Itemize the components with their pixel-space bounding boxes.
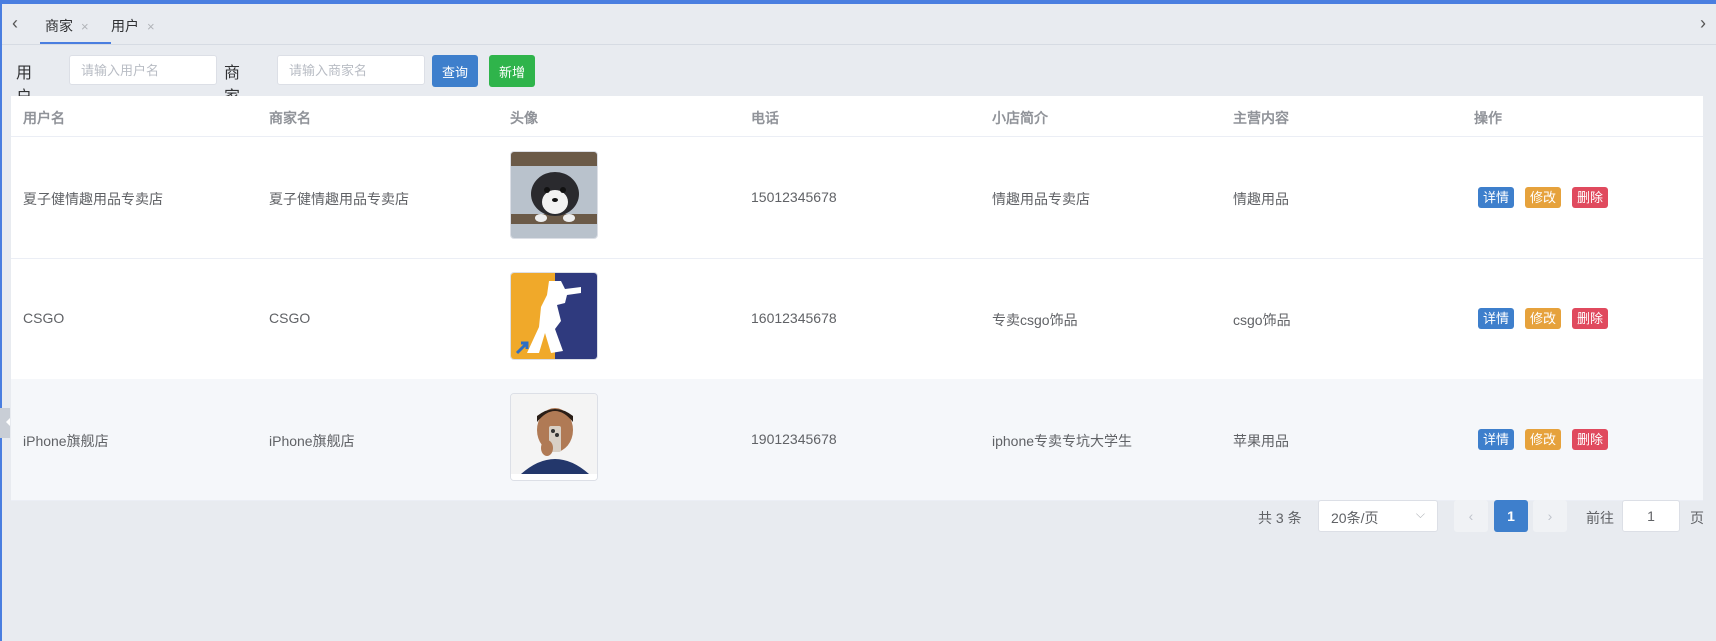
tab-scroll-left-icon[interactable]: ‹: [12, 13, 18, 33]
goto-label: 前往: [1586, 510, 1614, 526]
delete-button[interactable]: 删除: [1572, 308, 1609, 329]
tab-merchant[interactable]: 商家 ×: [45, 16, 89, 36]
edit-button[interactable]: 修改: [1525, 308, 1562, 329]
chevron-down-icon: ⌵: [1415, 507, 1425, 521]
detail-button[interactable]: 详情: [1478, 308, 1515, 329]
page-number-button[interactable]: 1: [1494, 500, 1528, 532]
avatar[interactable]: [510, 393, 598, 481]
cell-main: 苹果用品: [1233, 433, 1289, 449]
edit-button[interactable]: 修改: [1525, 187, 1562, 208]
sidebar-toggle-handle[interactable]: [0, 408, 10, 438]
delete-button[interactable]: 删除: [1572, 429, 1609, 450]
cell-intro: 专卖csgo饰品: [992, 312, 1078, 328]
dog-photo-icon: [511, 152, 597, 238]
cell-intro: 情趣用品专卖店: [992, 191, 1090, 207]
cell-phone: 15012345678: [751, 189, 837, 205]
table-header: 用户名 商家名 头像 电话 小店简介 主营内容 操作: [11, 96, 1703, 137]
tab-bar: ‹ 商家 × 用户 × ›: [2, 4, 1716, 45]
cell-username: 夏子健情趣用品专卖店: [23, 191, 163, 207]
query-button[interactable]: 查询: [432, 55, 478, 87]
cell-main: 情趣用品: [1233, 191, 1289, 207]
edit-button[interactable]: 修改: [1525, 429, 1562, 450]
goto-page-input[interactable]: [1622, 500, 1680, 532]
pagination: 共 3 条 20条/页 ⌵ ‹ 1 › 前往 页: [0, 500, 1716, 532]
username-input[interactable]: [69, 55, 217, 85]
header-main: 主营内容: [1233, 110, 1289, 126]
page-size-select[interactable]: 20条/页 ⌵: [1318, 500, 1438, 532]
avatar[interactable]: [510, 272, 598, 360]
cell-phone: 19012345678: [751, 431, 837, 447]
tab-user[interactable]: 用户 ×: [111, 16, 155, 36]
tab-merchant-label: 商家: [45, 18, 73, 34]
shopname-input[interactable]: [277, 55, 425, 85]
page-size-value: 20条/页: [1331, 510, 1379, 526]
delete-button[interactable]: 删除: [1572, 187, 1609, 208]
add-button[interactable]: 新增: [489, 55, 535, 87]
cell-phone: 16012345678: [751, 310, 837, 326]
cell-username: iPhone旗舰店: [23, 433, 109, 449]
header-phone: 电话: [751, 110, 779, 126]
goto-suffix: 页: [1690, 510, 1704, 526]
table-row: 夏子健情趣用品专卖店 夏子健情趣用品专卖店 15012345678 情趣用品专卖…: [11, 137, 1703, 259]
detail-button[interactable]: 详情: [1478, 429, 1515, 450]
cell-main: csgo饰品: [1233, 312, 1291, 328]
header-avatar: 头像: [510, 110, 538, 126]
man-with-phone-photo-icon: [511, 394, 597, 480]
header-shopname: 商家名: [269, 110, 311, 126]
left-accent-bar: [0, 4, 2, 641]
table-row: iPhone旗舰店 iPhone旗舰店 19012345678 iphone专卖…: [11, 379, 1703, 501]
close-icon[interactable]: ×: [81, 19, 89, 34]
merchant-table: 用户名 商家名 头像 电话 小店简介 主营内容 操作 夏子健情趣用品专卖店 夏子…: [11, 96, 1703, 501]
header-intro: 小店简介: [992, 110, 1048, 126]
prev-page-button[interactable]: ‹: [1454, 500, 1488, 532]
next-page-button[interactable]: ›: [1533, 500, 1567, 532]
header-actions: 操作: [1474, 110, 1502, 126]
cell-shopname: 夏子健情趣用品专卖店: [269, 191, 409, 207]
cell-shopname: iPhone旗舰店: [269, 433, 355, 449]
close-icon[interactable]: ×: [147, 19, 155, 34]
header-username: 用户名: [23, 110, 65, 126]
csgo-logo-icon: [511, 273, 597, 359]
detail-button[interactable]: 详情: [1478, 187, 1515, 208]
tab-scroll-right-icon[interactable]: ›: [1700, 13, 1706, 33]
tab-user-label: 用户: [111, 18, 139, 34]
cell-shopname: CSGO: [269, 310, 311, 326]
active-tab-indicator: [40, 42, 111, 44]
avatar[interactable]: [510, 151, 598, 239]
total-count: 共 3 条: [1258, 510, 1302, 526]
table-row: CSGO CSGO 16012345678 专卖csgo饰品 csgo饰品 详情…: [11, 258, 1703, 380]
cell-username: CSGO: [23, 310, 65, 326]
cell-intro: iphone专卖专坑大学生: [992, 433, 1133, 449]
